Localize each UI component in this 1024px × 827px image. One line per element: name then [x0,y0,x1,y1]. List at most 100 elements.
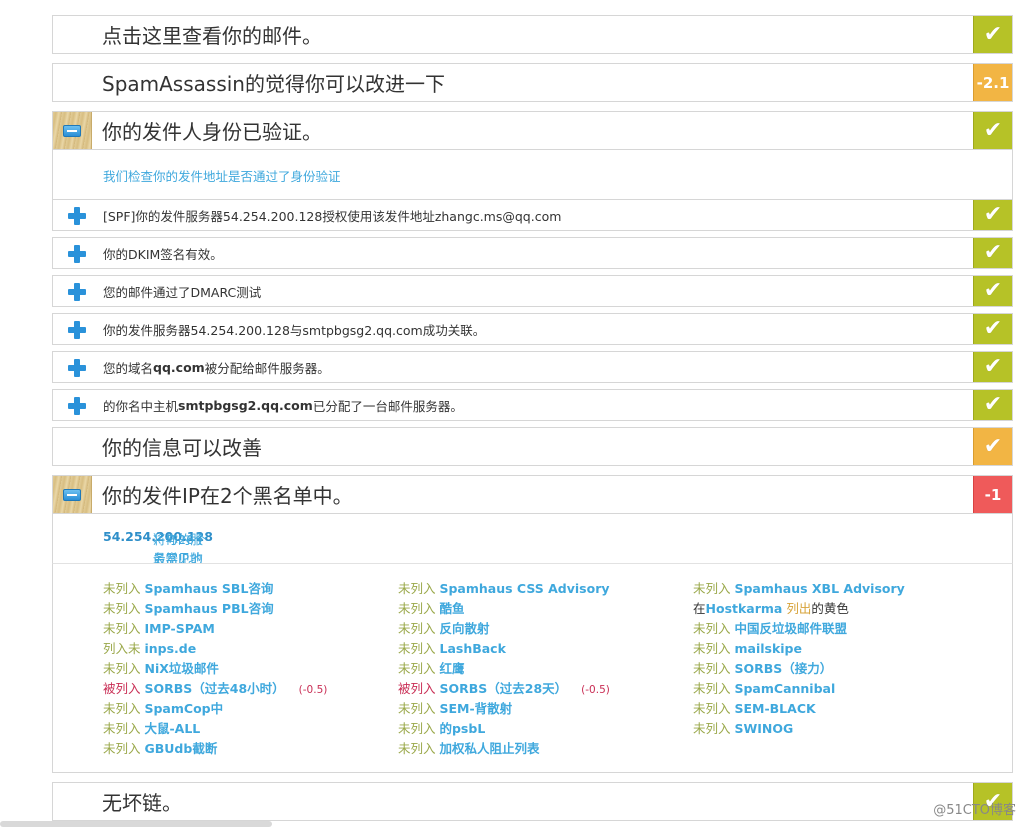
blacklist-panel: 未列入 Spamhaus SBL咨询 未列入 Spamhaus PBL咨询 未列入 … [52,563,1013,773]
blacklist-item: 未列入 Spamhaus SBL咨询 [103,578,327,598]
blacklist-name-link[interactable]: IMP-SPAM [144,621,214,636]
blacklist-status: 列入未 [103,641,145,656]
text-part: 您的域名 [103,360,154,376]
status-pass-badge: ✔ [973,352,1012,382]
text-part: 已分配了一台邮件服务器。 [312,398,463,414]
blacklist-name-link[interactable]: 大鼠-ALL [144,721,200,736]
minus-icon [63,124,81,137]
collapse-toggle[interactable] [53,112,92,149]
section-spamassassin[interactable]: SpamAssassin的觉得你可以改进一下 -2.1 [52,63,1013,102]
blacklist-item: 未列入 mailskipe [693,638,905,658]
score-badge: -2.1 [973,64,1012,101]
plus-icon[interactable] [68,321,86,339]
blacklist-name-link[interactable]: SORBS（过去28天） [439,681,567,696]
blacklist-column-2: 未列入 Spamhaus CSS Advisory 未列入 酷鱼 未列入 反向散射未… [398,578,610,758]
plus-icon[interactable] [68,207,86,225]
plus-icon[interactable] [68,283,86,301]
blacklist-item: 未列入 IMP-SPAM [103,618,327,638]
section-message[interactable]: 你的信息可以改善 ✔ [52,427,1013,466]
horizontal-scrollbar[interactable] [0,821,272,827]
status-pass-badge: ✔ [973,276,1012,306]
blacklist-name-link[interactable]: Spamhaus PBL咨询 [144,601,273,616]
blacklist-item: 未列入 SEM-BLACK [693,698,905,718]
checkmark-icon: ✔ [983,354,1003,379]
blacklist-item: 未列入 大鼠-ALL [103,718,327,738]
blacklist-name-link[interactable]: Spamhaus XBL Advisory [734,581,904,596]
blacklist-status: 未列入 [693,661,735,676]
blacklist-status: 未列入 [693,641,735,656]
blacklist-item: 未列入 中国反垃圾邮件联盟 [693,618,905,638]
score-value: -1 [984,485,1002,504]
blacklist-item: 在Hostkarma 列出的黄色 [693,598,905,618]
blacklist-item: 未列入 酷鱼 [398,598,610,618]
blacklist-item: 未列入 红鹰 [398,658,610,678]
blacklist-item: 未列入 SpamCop中 [103,698,327,718]
check-row-host-mx[interactable]: 的你名中主机 smtpbgsg2.qq.com 已分配了一台邮件服务器。 ✔ [52,389,1013,421]
checkmark-icon: ✔ [983,240,1003,265]
blacklist-name-link[interactable]: 酷鱼 [439,601,464,616]
blacklist-item: 未列入 反向散射 [398,618,610,638]
section-sender-auth[interactable]: 你的发件人身份已验证。 ✔ [52,111,1013,150]
check-row-text: 你的发件服务器54.254.200.128与smtpbgsg2.qq.com成功… [103,322,486,338]
blacklist-status: 未列入 [398,741,440,756]
blacklist-name-link[interactable]: SEM-背散射 [439,701,512,716]
check-row-rdns[interactable]: 你的发件服务器54.254.200.128与smtpbgsg2.qq.com成功… [52,313,1013,345]
blacklist-name-link[interactable]: Hostkarma [706,601,783,616]
collapse-toggle[interactable] [53,476,92,513]
penalty-score: (-0.5) [298,684,328,696]
check-row-spf[interactable]: [SPF]你的发件服务器54.254.200.128授权使用该发件地址zhang… [52,199,1013,231]
blacklist-name-link[interactable]: SWINOG [734,721,793,736]
blacklist-name-link[interactable]: mailskipe [734,641,802,656]
minus-icon [63,488,81,501]
blacklist-name-link[interactable]: Spamhaus SBL咨询 [144,581,273,596]
description-text: 将你的服务器IP地址（54.254.200.128）与26个最常见的IPv4黑名… [103,529,213,623]
blacklist-name-link[interactable]: GBUdb截断 [144,741,217,756]
plus-icon[interactable] [68,245,86,263]
blacklist-name-link[interactable]: 的psbL [439,721,485,736]
blacklist-name-link[interactable]: SORBS（接力） [734,661,832,676]
blacklist-name-link[interactable]: SpamCop中 [144,701,223,716]
host-name: smtpbgsg2.qq.com [178,397,313,413]
check-row-dmarc[interactable]: 您的邮件通过了DMARC测试 ✔ [52,275,1013,307]
blacklist-name-link[interactable]: NiX垃圾邮件 [144,661,218,676]
section-title[interactable]: 点击这里查看你的邮件。 [102,16,322,53]
check-row-dkim[interactable]: 你的DKIM签名有效。 ✔ [52,237,1013,269]
section-blacklist[interactable]: 你的发件IP在2个黑名单中。 -1 [52,475,1013,514]
checkmark-icon: ✔ [983,278,1003,303]
blacklist-status: 未列入 [103,621,145,636]
blacklist-post-text: 的黄色 [811,601,849,616]
section-broken-links[interactable]: 无坏链。 ✔ [52,782,1013,821]
status-pass-badge: ✔ [973,238,1012,268]
blacklist-status: 未列入 [398,621,440,636]
blacklist-name-link[interactable]: 反向散射 [439,621,489,636]
section-view-mail[interactable]: 点击这里查看你的邮件。 ✔ [52,15,1013,54]
blacklist-item: 未列入 SWINOG [693,718,905,738]
blacklist-status: 未列入 [398,641,440,656]
blacklist-status: 未列入 [398,721,440,736]
check-row-domain-mx[interactable]: 您的域名 qq.com 被分配给邮件服务器。 ✔ [52,351,1013,383]
blacklist-name-link[interactable]: SORBS（过去48小时） [144,681,284,696]
blacklist-status: 未列入 [103,661,145,676]
text-part: 被分配给邮件服务器。 [204,360,330,376]
blacklist-status: 未列入 [103,741,145,756]
checkmark-icon: ✔ [983,392,1003,417]
blacklist-name-link[interactable]: 中国反垃圾邮件联盟 [734,621,847,636]
plus-icon[interactable] [68,397,86,415]
blacklist-item: 未列入 Spamhaus XBL Advisory [693,578,905,598]
blacklist-status: 未列入 [398,661,440,676]
blacklist-name-link[interactable]: SpamCannibal [734,681,835,696]
blacklist-item: 未列入 SEM-背散射 [398,698,610,718]
check-row-text: [SPF]你的发件服务器54.254.200.128授权使用该发件地址zhang… [103,208,562,224]
blacklist-item: 未列入 NiX垃圾邮件 [103,658,327,678]
blacklist-name-link[interactable]: Spamhaus CSS Advisory [439,581,609,596]
plus-icon[interactable] [68,359,86,377]
blacklist-name-link[interactable]: inps.de [144,641,196,656]
blacklist-status: 未列入 [398,701,440,716]
blacklist-name-link[interactable]: 红鹰 [439,661,464,676]
blacklist-name-link[interactable]: LashBack [439,641,505,656]
blacklist-column-3: 未列入 Spamhaus XBL Advisory 在Hostkarma 列出的黄… [693,578,905,738]
blacklist-name-link[interactable]: 加权私人阻止列表 [439,741,539,756]
section-title: 无坏链。 [102,791,182,815]
blacklist-item: 列入未 inps.de [103,638,327,658]
blacklist-name-link[interactable]: SEM-BLACK [734,701,815,716]
